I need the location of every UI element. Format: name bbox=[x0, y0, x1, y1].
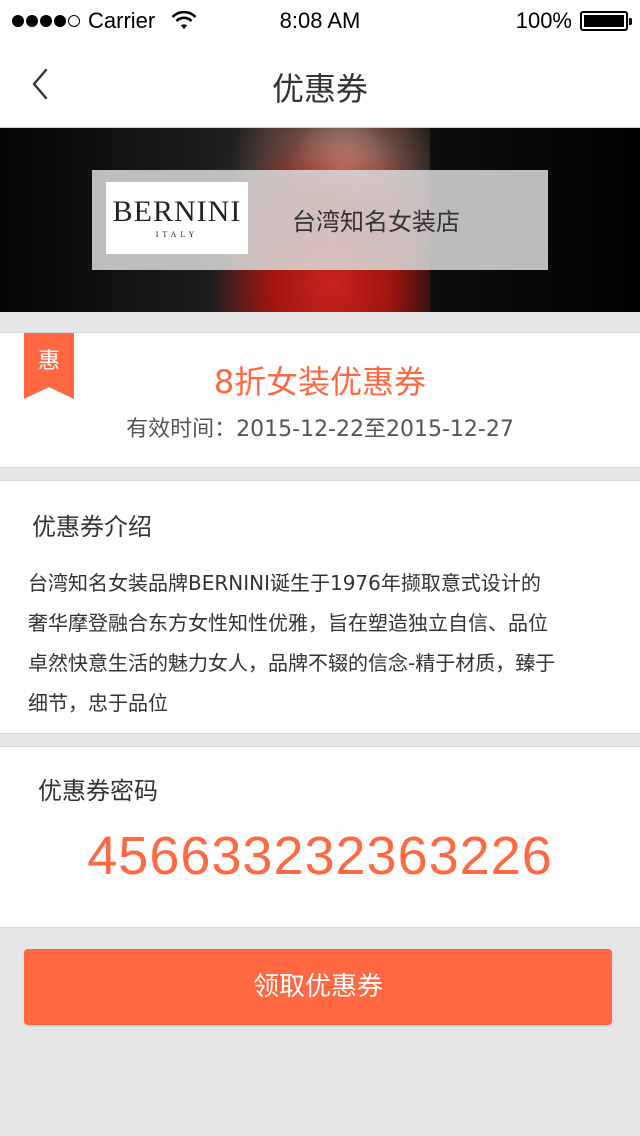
coupon-card: 惠 8折女装优惠券 有效时间：2015-12-22至2015-12-27 bbox=[0, 332, 640, 468]
coupon-title: 8折女装优惠券 bbox=[213, 363, 427, 401]
claim-coupon-button[interactable]: 领取优惠券 bbox=[24, 949, 612, 1025]
intro-line: 细节，忠于品位 bbox=[28, 691, 168, 715]
battery-icon bbox=[580, 11, 632, 31]
intro-text: 台湾知名女装品牌BERNINI诞生于1976年撷取意式设计的 奢华摩登融合东方女… bbox=[28, 563, 618, 723]
battery-percent: 100% bbox=[515, 8, 572, 33]
coupon-password-section: 优惠券密码 456633232363226 bbox=[0, 746, 640, 928]
store-info-box: BERNINI ITALY 台湾知名女装店 bbox=[92, 170, 548, 270]
status-bar: Carrier 8:08 AM 100% bbox=[0, 0, 640, 42]
brand-logo-sub: ITALY bbox=[155, 230, 199, 239]
brand-logo-name: BERNINI bbox=[112, 195, 242, 228]
intro-heading: 优惠券介绍 bbox=[32, 513, 152, 541]
intro-line: 台湾知名女装品牌BERNINI诞生于1976年撷取意式设计的 bbox=[28, 571, 541, 595]
intro-line: 卓然快意生活的魅力女人，品牌不辍的信念-精于材质，臻于 bbox=[28, 651, 556, 675]
page-title: 优惠券 bbox=[271, 70, 368, 108]
password-heading: 优惠券密码 bbox=[38, 777, 158, 805]
status-right: 100% bbox=[515, 8, 632, 34]
store-banner[interactable]: BERNINI ITALY 台湾知名女装店 bbox=[0, 128, 640, 312]
brand-logo: BERNINI ITALY bbox=[106, 182, 248, 254]
nav-bar: 优惠券 bbox=[0, 42, 640, 128]
coupon-validity: 有效时间：2015-12-22至2015-12-27 bbox=[126, 417, 514, 442]
coupon-intro-section: 优惠券介绍 台湾知名女装品牌BERNINI诞生于1976年撷取意式设计的 奢华摩… bbox=[0, 480, 640, 734]
intro-line: 奢华摩登融合东方女性知性优雅，旨在塑造独立自信、品位 bbox=[28, 611, 548, 635]
store-name: 台湾知名女装店 bbox=[292, 208, 460, 236]
coupon-code: 456633232363226 bbox=[87, 826, 553, 886]
